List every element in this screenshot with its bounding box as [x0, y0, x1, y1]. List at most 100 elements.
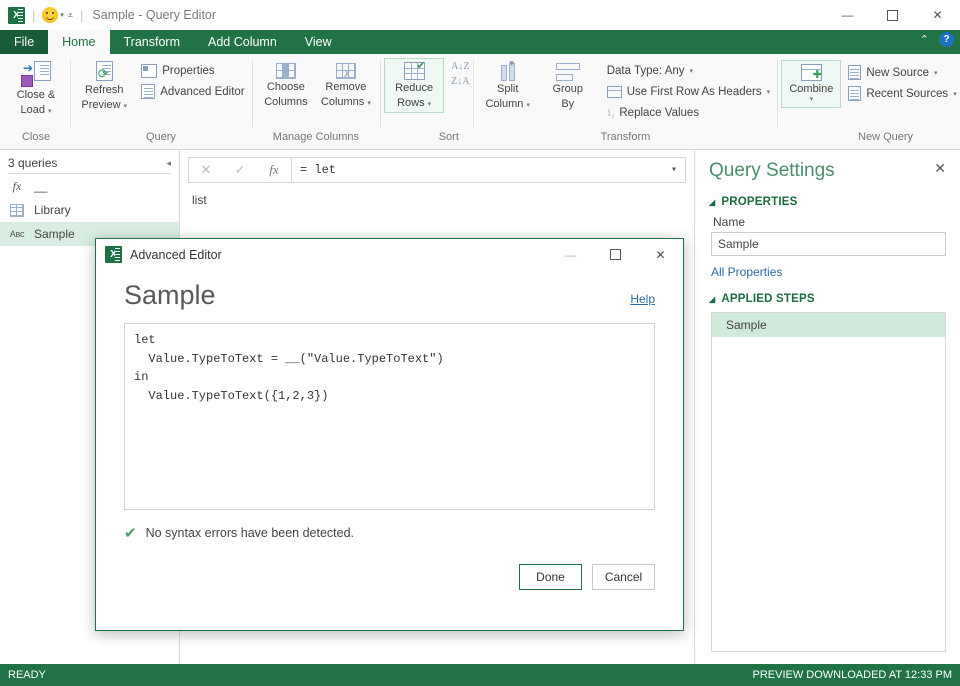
- query-settings-title: Query Settings: [709, 160, 835, 181]
- query-small-buttons: Properties Advanced Editor: [138, 58, 247, 102]
- group-by-label-1: Group: [552, 83, 584, 95]
- properties-button[interactable]: Properties: [138, 60, 247, 81]
- formula-input[interactable]: = let ▾: [292, 157, 686, 183]
- applied-step-item[interactable]: Sample: [712, 313, 945, 337]
- query-list-item-library[interactable]: Library: [0, 198, 179, 222]
- dialog-close-button[interactable]: ✕: [638, 239, 683, 270]
- combine-caret-icon[interactable]: ▾: [810, 96, 814, 104]
- combine-button[interactable]: ✚ Combine ▾: [781, 60, 842, 108]
- combine-label: Combine: [789, 83, 834, 95]
- help-link[interactable]: Help: [630, 292, 655, 311]
- query-list-item-label: Library: [34, 203, 71, 217]
- reduce-rows-caret-icon[interactable]: ▾: [428, 101, 432, 108]
- use-first-row-as-headers-button[interactable]: Use First Row As Headers ▾: [604, 81, 773, 102]
- choose-columns-label-2: Columns: [264, 95, 308, 108]
- applied-steps-section-header[interactable]: ◢ APPLIED STEPS: [709, 293, 946, 305]
- split-column-button[interactable]: ▼ Split Column ▾: [478, 59, 538, 113]
- sort-descending-button[interactable]: Z↓A: [451, 76, 470, 87]
- advanced-editor-button[interactable]: Advanced Editor: [138, 81, 247, 102]
- chevron-up-icon[interactable]: ⌃: [920, 33, 929, 46]
- use-first-row-caret-icon[interactable]: ▾: [767, 88, 771, 96]
- replace-values-button[interactable]: 1₂ Replace Values: [604, 102, 773, 123]
- close-pane-icon[interactable]: ✕: [934, 160, 946, 177]
- queries-pane-header: 3 queries ◂: [0, 150, 179, 173]
- cancel-x-icon[interactable]: ✕: [189, 162, 223, 178]
- smiley-dropdown-icon[interactable]: ▾: [60, 11, 64, 19]
- title-bar: X | ▾ ⩡ | Sample - Query Editor — ✕: [0, 0, 960, 30]
- syntax-ok-check-icon: ✔: [124, 525, 137, 542]
- remove-columns-button[interactable]: ✗ Remove Columns ▾: [316, 60, 376, 111]
- query-list-item-label: Sample: [34, 227, 75, 241]
- ribbon-group-manage-columns-label: Manage Columns: [272, 131, 359, 143]
- dialog-buttons: Done Cancel: [124, 564, 655, 590]
- reduce-rows-button[interactable]: ✔ Reduce Rows ▾: [384, 58, 445, 114]
- split-column-caret-icon[interactable]: ▾: [526, 102, 530, 109]
- preview-result-label: list: [192, 193, 207, 207]
- recent-sources-caret-icon[interactable]: ▾: [953, 90, 957, 98]
- tab-view[interactable]: View: [291, 30, 346, 54]
- data-type-label: Data Type: Any: [606, 64, 685, 77]
- advanced-editor-dialog: X Advanced Editor — ✕ Sample Help let Va…: [95, 238, 684, 631]
- split-column-label-2: Column ▾: [485, 97, 530, 110]
- properties-section-header[interactable]: ◢ PROPERTIES: [709, 196, 946, 208]
- use-first-row-icon: [606, 85, 622, 98]
- ribbon-group-close: ➔ Close & Load ▾ Close: [2, 54, 70, 149]
- applied-steps-list: Sample: [711, 312, 946, 652]
- dialog-title-bar: X Advanced Editor — ✕: [96, 239, 683, 270]
- table-icon: [8, 203, 26, 217]
- collapse-pane-icon[interactable]: ◂: [166, 158, 171, 169]
- code-editor[interactable]: let Value.TypeToText = __("Value.TypeToT…: [124, 323, 655, 510]
- refresh-preview-caret-icon[interactable]: ▾: [124, 103, 128, 110]
- smiley-feedback-icon[interactable]: [42, 7, 59, 23]
- function-fx-icon: fx: [12, 178, 22, 193]
- query-settings-pane: Query Settings ✕ ◢ PROPERTIES Name Sampl…: [695, 150, 960, 664]
- insert-function-fx-icon[interactable]: fx: [257, 162, 291, 178]
- status-left-text: READY: [8, 669, 46, 681]
- dialog-maximize-button[interactable]: [593, 239, 638, 270]
- remove-columns-caret-icon[interactable]: ▾: [367, 100, 371, 107]
- maximize-button[interactable]: [870, 0, 915, 30]
- split-column-label-1: Split: [497, 83, 519, 95]
- data-type-caret-icon[interactable]: ▾: [690, 67, 694, 75]
- query-list-item-underscore[interactable]: fx __: [0, 174, 179, 198]
- combine-icon: ✚: [800, 64, 822, 81]
- sort-descending-label: Z↓A: [451, 76, 470, 87]
- formula-input-value: = let: [300, 163, 337, 177]
- sort-ascending-button[interactable]: A↓Z: [451, 62, 469, 72]
- tab-file[interactable]: File: [0, 30, 49, 54]
- accept-check-icon[interactable]: ✓: [223, 162, 257, 178]
- query-settings-header: Query Settings ✕: [709, 150, 946, 182]
- close-and-load-button[interactable]: ➔ Close & Load ▾: [6, 58, 66, 119]
- close-window-button[interactable]: ✕: [915, 0, 960, 30]
- dialog-minimize-button[interactable]: —: [548, 239, 593, 270]
- dialog-title: Advanced Editor: [130, 247, 222, 262]
- data-type-button[interactable]: Data Type: Any ▾: [604, 60, 773, 81]
- expand-formula-chevron-icon[interactable]: ▾: [671, 164, 677, 176]
- new-source-button[interactable]: New Source ▾: [845, 62, 959, 83]
- qat-divider: |: [32, 7, 36, 23]
- remove-columns-label-2: Columns ▾: [320, 95, 371, 108]
- ribbon-group-sort-label: Sort: [438, 131, 459, 143]
- minimize-button[interactable]: —: [825, 0, 870, 30]
- new-source-label: New Source: [866, 66, 929, 79]
- refresh-preview-label-2: Preview ▾: [81, 98, 128, 111]
- tab-transform[interactable]: Transform: [110, 30, 195, 54]
- new-source-caret-icon[interactable]: ▾: [934, 69, 938, 77]
- group-by-button[interactable]: Group By: [538, 60, 598, 113]
- name-input[interactable]: Sample: [711, 232, 946, 256]
- reduce-rows-icon: ✔: [403, 60, 426, 80]
- close-and-load-caret-icon[interactable]: ▾: [48, 108, 52, 115]
- refresh-preview-button[interactable]: ⟳ Refresh Preview ▾: [74, 58, 134, 114]
- tab-add-column[interactable]: Add Column: [194, 30, 291, 54]
- help-question-icon[interactable]: ?: [939, 32, 954, 47]
- formula-bar-buttons: ✕ ✓ fx: [188, 157, 292, 183]
- choose-columns-button[interactable]: Choose Columns: [256, 60, 316, 111]
- recent-sources-button[interactable]: Recent Sources ▾: [845, 83, 959, 104]
- cancel-button[interactable]: Cancel: [592, 564, 655, 590]
- quick-access-toolbar-dropdown-icon[interactable]: ⩡: [68, 10, 73, 21]
- done-button[interactable]: Done: [519, 564, 582, 590]
- group-by-icon: [555, 63, 580, 81]
- all-properties-link[interactable]: All Properties: [711, 265, 946, 279]
- tab-home[interactable]: Home: [48, 30, 110, 54]
- status-right-text: PREVIEW DOWNLOADED AT 12:33 PM: [752, 669, 952, 681]
